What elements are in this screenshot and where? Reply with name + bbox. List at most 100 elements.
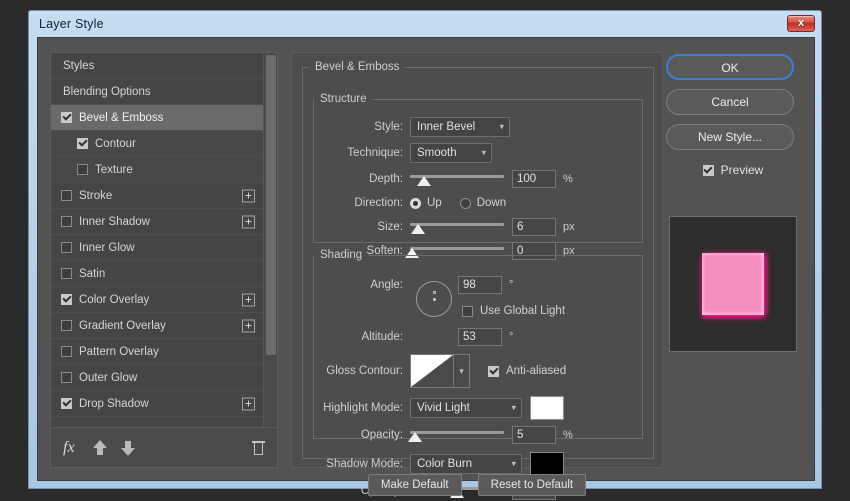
scrollbar-thumb[interactable] [266,55,276,355]
style-item-label: Blending Options [63,86,151,98]
preview-checkbox[interactable] [703,165,714,176]
size-row: Size: px [314,217,642,237]
use-global-light-label: Use Global Light [480,305,565,317]
style-item-styles[interactable]: Styles [51,53,263,79]
style-item-checkbox[interactable] [61,268,72,279]
altitude-input[interactable] [458,328,502,346]
chevron-down-icon: ▾ [459,366,464,377]
style-item-checkbox[interactable] [77,138,88,149]
preview-shape [702,253,764,315]
technique-select[interactable]: Smooth [410,143,492,163]
make-default-button[interactable]: Make Default [368,474,462,496]
style-item-texture[interactable]: Texture [51,157,263,183]
highlight-mode-select[interactable]: Vivid Light [410,398,522,418]
highlight-opacity-input[interactable] [512,426,556,444]
direction-up-label: Up [427,197,442,209]
gloss-contour-swatch[interactable] [410,354,454,388]
depth-slider-thumb[interactable] [417,176,431,186]
style-item-gradient-overlay[interactable]: Gradient Overlay+ [51,313,263,339]
add-effect-button[interactable]: + [242,319,255,332]
style-item-drop-shadow[interactable]: Drop Shadow+ [51,391,263,417]
use-global-light-checkbox[interactable] [462,306,473,317]
style-item-checkbox[interactable] [77,164,88,175]
styles-list: Styles Blending Options Bevel & Emboss Cont… [51,53,263,427]
angle-input[interactable] [458,276,502,294]
style-item-checkbox[interactable] [61,242,72,253]
angle-row: Angle: ° [314,275,642,295]
style-item-checkbox[interactable] [61,216,72,227]
shadow-color-swatch[interactable] [530,452,564,476]
layer-style-dialog: Styles Blending Options Bevel & Emboss Cont… [37,37,815,481]
technique-select-wrap[interactable]: Smooth ▾ [410,143,492,163]
add-effect-button[interactable]: + [242,215,255,228]
style-item-checkbox[interactable] [61,346,72,357]
highlight-opacity-thumb[interactable] [408,432,422,442]
size-input[interactable] [512,218,556,236]
style-item-checkbox[interactable] [61,112,72,123]
style-item-checkbox[interactable] [61,190,72,201]
shadow-mode-select-wrap[interactable]: Color Burn ▾ [410,454,522,474]
style-item-label: Contour [95,138,136,150]
direction-row: Direction: Up Down [314,193,642,213]
technique-row: Technique: Smooth ▾ [314,143,642,163]
style-item-label: Outer Glow [79,372,137,384]
add-effect-button[interactable]: + [242,397,255,410]
shadow-mode-select[interactable]: Color Burn [410,454,522,474]
close-button[interactable]: x [787,15,815,32]
style-item-checkbox[interactable] [61,294,72,305]
style-select-wrap[interactable]: Inner Bevel ▾ [410,117,510,137]
window-title: Layer Style [39,17,104,31]
style-item-pattern-overlay[interactable]: Pattern Overlay [51,339,263,365]
direction-down-radio[interactable] [460,198,471,209]
cancel-button[interactable]: Cancel [666,89,794,115]
style-item-inner-shadow[interactable]: Inner Shadow+ [51,209,263,235]
style-select[interactable]: Inner Bevel [410,117,510,137]
highlight-mode-select-wrap[interactable]: Vivid Light ▾ [410,398,522,418]
highlight-mode-label: Highlight Mode: [314,402,410,414]
styles-scrollbar[interactable] [263,53,277,427]
style-item-contour[interactable]: Contour [51,131,263,157]
highlight-opacity-track [410,431,504,434]
style-item-bevel-emboss[interactable]: Bevel & Emboss [51,105,263,131]
style-item-inner-glow[interactable]: Inner Glow [51,235,263,261]
add-effect-button[interactable]: + [242,189,255,202]
style-item-checkbox[interactable] [61,372,72,383]
default-buttons: Make Default Reset to Default [291,474,663,496]
highlight-color-swatch[interactable] [530,396,564,420]
title-bar: Layer Style x [29,11,821,37]
arrow-up-icon[interactable] [93,440,107,456]
use-global-light-row: Use Global Light [462,301,565,321]
style-item-color-overlay[interactable]: Color Overlay+ [51,287,263,313]
gloss-contour-dropdown[interactable]: ▾ [454,354,470,388]
highlight-opacity-row: Opacity: % [314,425,642,445]
style-item-label: Bevel & Emboss [79,112,163,124]
reset-to-default-button[interactable]: Reset to Default [478,474,586,496]
altitude-row: Altitude: ° [314,327,642,347]
style-item-label: Texture [95,164,133,176]
trash-icon[interactable] [252,440,265,455]
anti-aliased-checkbox[interactable] [488,366,499,377]
arrow-down-icon[interactable] [121,440,135,456]
new-style-button[interactable]: New Style... [666,124,794,150]
direction-up-radio[interactable] [410,198,421,209]
style-item-outer-glow[interactable]: Outer Glow [51,365,263,391]
style-item-satin[interactable]: Satin [51,261,263,287]
ok-button[interactable]: OK [666,54,794,80]
style-item-stroke[interactable]: Stroke+ [51,183,263,209]
depth-input[interactable] [512,170,556,188]
depth-unit: % [563,173,573,185]
highlight-mode-row: Highlight Mode: Vivid Light ▾ [314,395,642,421]
size-slider-thumb[interactable] [411,224,425,234]
close-icon: x [798,18,804,29]
depth-slider[interactable] [410,170,504,188]
style-item-checkbox[interactable] [61,320,72,331]
style-item-checkbox[interactable] [61,398,72,409]
add-effect-button[interactable]: + [242,293,255,306]
fx-icon[interactable]: fx [63,439,75,457]
size-slider[interactable] [410,218,504,236]
bevel-emboss-group: Bevel & Emboss Structure Style: Inner Be… [302,61,654,459]
highlight-opacity-slider[interactable] [410,426,504,444]
preview-row: Preview [666,159,800,181]
structure-group: Structure Style: Inner Bevel ▾ Technique… [313,93,643,243]
style-item-blending-options[interactable]: Blending Options [51,79,263,105]
